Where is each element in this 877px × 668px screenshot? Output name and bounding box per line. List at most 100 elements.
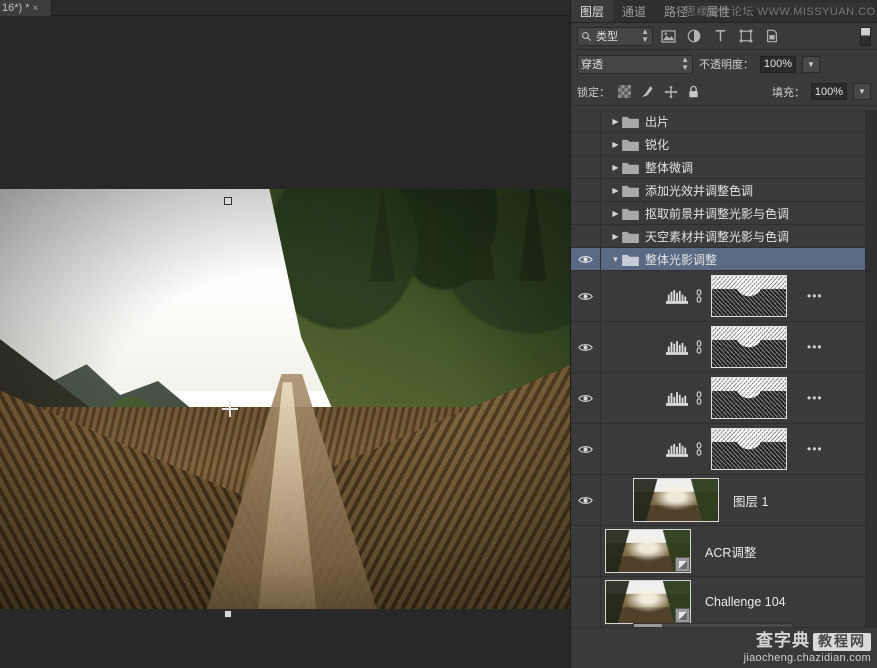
editor-area[interactable] (0, 16, 570, 668)
layer-name[interactable]: 图层 1 (733, 491, 768, 510)
layer-mask-thumbnail[interactable] (711, 275, 787, 317)
type-layer-filter-icon[interactable] (709, 26, 731, 47)
layer-thumbnail[interactable] (605, 529, 691, 573)
layer-row-adjustment[interactable]: ••• (571, 373, 877, 424)
blend-mode-select[interactable]: 穿透 ▲ ▼ (577, 54, 693, 74)
blend-mode-row[interactable]: 穿透 ▲ ▼ 不透明度： 100% ▼ (571, 50, 877, 78)
visibility-cell[interactable] (571, 373, 601, 423)
layer-name[interactable]: Challenge 104 (705, 595, 786, 609)
fill-input[interactable]: 100% (811, 83, 847, 100)
visibility-cell[interactable] (571, 526, 601, 576)
layer-name[interactable]: 整体微调 (645, 159, 693, 176)
collapse-triangle-icon[interactable]: ▼ (609, 255, 622, 264)
opacity-input[interactable]: 100% (760, 55, 796, 73)
layer-name[interactable]: 整体光影调整 (645, 251, 717, 268)
visibility-cell[interactable] (571, 577, 601, 627)
levels-icon[interactable] (663, 442, 691, 457)
layer-list[interactable]: ▶ 出片 ▶ 锐化 ▶ 整体微调 ▶ 添加光效并调整色调 ▶ 抠取前景并调整光影… (571, 110, 877, 628)
link-icon[interactable] (691, 340, 707, 354)
layer-row-group[interactable]: ▶ 天空素材并调整光影与色调 (571, 225, 877, 248)
smart-object-filter-icon[interactable] (761, 26, 783, 47)
lock-image-pixels-icon[interactable] (639, 83, 656, 100)
link-icon[interactable] (691, 442, 707, 456)
layer-name[interactable]: 添加光效并调整色调 (645, 182, 753, 199)
layer-row-group[interactable]: ▶ 添加光效并调整色调 (571, 179, 877, 202)
layer-row-group[interactable]: ▶ 抠取前景并调整光影与色调 (571, 202, 877, 225)
layer-filter-row[interactable]: 类型 ▲ ▼ (571, 23, 877, 50)
visibility-cell[interactable] (571, 179, 601, 201)
layer-row-adjustment[interactable]: ••• (571, 322, 877, 373)
layer-row-image[interactable]: 图层 1 (571, 475, 877, 526)
layer-name[interactable]: 抠取前景并调整光影与色调 (645, 205, 789, 222)
visibility-cell[interactable] (571, 225, 601, 247)
shape-layer-filter-icon[interactable] (735, 26, 757, 47)
link-icon[interactable] (691, 391, 707, 405)
layer-name[interactable]: 天空素材并调整光影与色调 (645, 228, 789, 245)
eye-icon[interactable] (578, 291, 593, 302)
tab-channels[interactable]: 通道 (613, 0, 656, 22)
expand-triangle-icon[interactable]: ▶ (609, 232, 622, 241)
expand-triangle-icon[interactable]: ▶ (609, 140, 622, 149)
visibility-cell[interactable] (571, 271, 601, 321)
visibility-cell[interactable] (571, 110, 601, 132)
eye-icon[interactable] (578, 342, 593, 353)
pixel-layer-filter-icon[interactable] (657, 26, 679, 47)
layer-row-image[interactable]: Challenge 104 (571, 577, 877, 628)
layers-panel[interactable]: 图层 通道 路径 属性 思缘设计论坛 WWW.MISSYUAN.COM 类型 ▲… (570, 0, 877, 668)
layer-row-adjustment[interactable]: ••• (571, 424, 877, 475)
eye-icon[interactable] (578, 393, 593, 404)
transform-handle-bottom[interactable] (224, 610, 232, 618)
layer-name[interactable]: 锐化 (645, 136, 669, 153)
layer-row-group[interactable]: ▶ 整体微调 (571, 156, 877, 179)
lock-all-icon[interactable] (685, 83, 702, 100)
layer-row-adjustment[interactable]: ••• (571, 271, 877, 322)
lock-position-icon[interactable] (662, 83, 679, 100)
opacity-dropdown-button[interactable]: ▼ (802, 55, 820, 73)
document-tab[interactable]: 16*) * × (0, 0, 52, 16)
levels-icon[interactable] (663, 340, 691, 355)
spinner-icon[interactable]: ▲ ▼ (641, 28, 649, 44)
visibility-cell[interactable] (571, 202, 601, 224)
expand-triangle-icon[interactable]: ▶ (609, 209, 622, 218)
levels-icon[interactable] (663, 289, 691, 304)
link-icon[interactable] (691, 289, 707, 303)
layer-mask-thumbnail[interactable] (711, 377, 787, 419)
layer-mask-thumbnail[interactable] (711, 326, 787, 368)
layer-row-group-selected[interactable]: ▼ 整体光影调整 (571, 248, 877, 271)
chevron-down-icon[interactable]: ▲ ▼ (681, 56, 689, 72)
lock-transparent-pixels-icon[interactable] (616, 83, 633, 100)
fill-dropdown-button[interactable]: ▼ (853, 83, 871, 100)
levels-icon[interactable] (663, 391, 691, 406)
close-icon[interactable]: × (32, 3, 38, 14)
eye-icon[interactable] (578, 444, 593, 455)
panel-bottom-bar[interactable]: 查字典 教程网 jiaocheng.chazidian.com (571, 623, 877, 668)
layer-row-image[interactable]: ACR调整 (571, 526, 877, 577)
eye-icon[interactable] (578, 254, 593, 265)
image-canvas[interactable] (0, 189, 570, 609)
expand-triangle-icon[interactable]: ▶ (609, 186, 622, 195)
visibility-cell[interactable] (571, 133, 601, 155)
layer-name[interactable]: 出片 (645, 113, 669, 130)
layer-row-group[interactable]: ▶ 出片 (571, 110, 877, 133)
filter-kind-select[interactable]: 类型 ▲ ▼ (577, 26, 653, 46)
layer-thumbnail[interactable] (605, 580, 691, 624)
layer-name[interactable]: ACR调整 (705, 542, 756, 561)
layer-mask-thumbnail[interactable] (711, 428, 787, 470)
layer-list-scrollbar[interactable] (865, 110, 877, 628)
visibility-cell[interactable] (571, 424, 601, 474)
transform-handle-top[interactable] (224, 197, 232, 205)
layer-row-group[interactable]: ▶ 锐化 (571, 133, 877, 156)
panel-tab-bar[interactable]: 图层 通道 路径 属性 思缘设计论坛 WWW.MISSYUAN.COM (571, 0, 877, 23)
lock-row[interactable]: 锁定： 填充： 100% ▼ (571, 78, 877, 106)
tab-layers[interactable]: 图层 (571, 0, 614, 22)
eye-icon[interactable] (578, 495, 593, 506)
layer-thumbnail[interactable] (633, 478, 719, 522)
visibility-cell[interactable] (571, 248, 601, 270)
adjustment-layer-filter-icon[interactable] (683, 26, 705, 47)
expand-triangle-icon[interactable]: ▶ (609, 117, 622, 126)
visibility-cell[interactable] (571, 156, 601, 178)
expand-triangle-icon[interactable]: ▶ (609, 163, 622, 172)
filter-toggle-switch[interactable] (860, 26, 871, 46)
visibility-cell[interactable] (571, 322, 601, 372)
visibility-cell[interactable] (571, 475, 601, 525)
